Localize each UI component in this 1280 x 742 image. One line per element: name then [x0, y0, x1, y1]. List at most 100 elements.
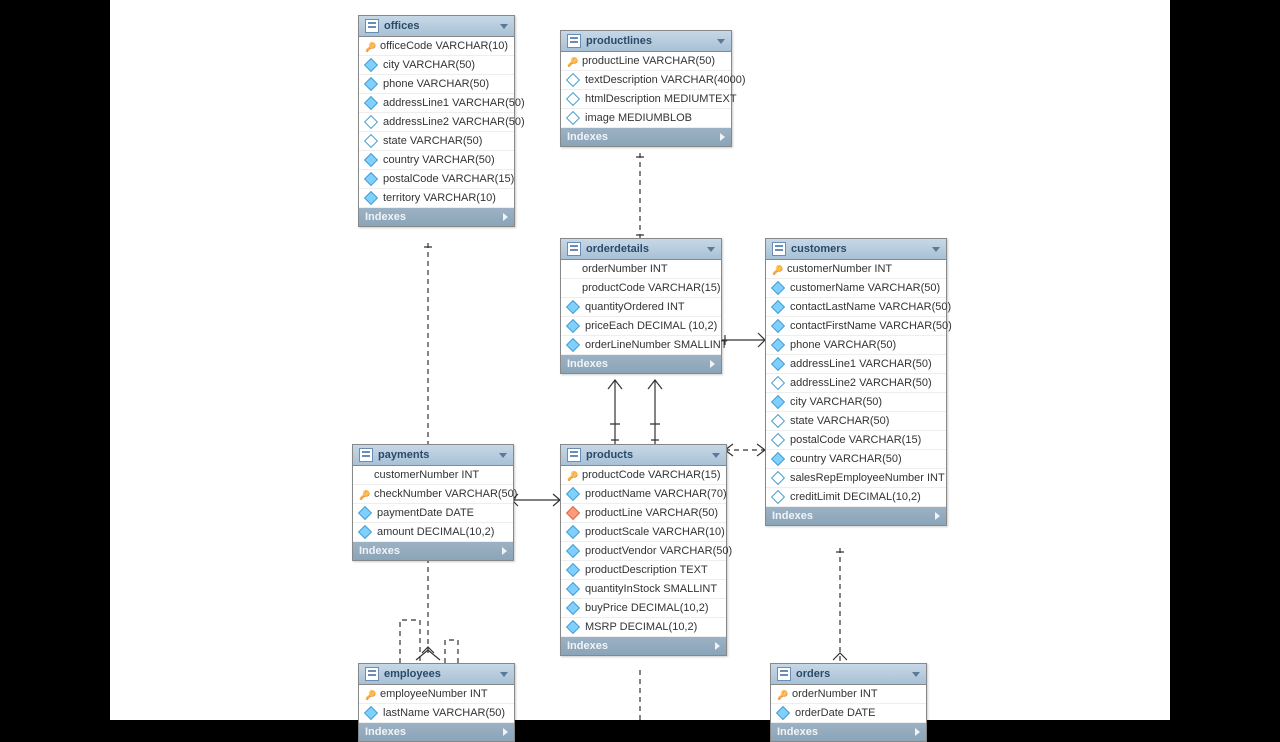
column-row[interactable]: addressLine1 VARCHAR(50): [359, 94, 514, 113]
key-icon: [567, 470, 577, 480]
column-row[interactable]: country VARCHAR(50): [766, 450, 946, 469]
column-row[interactable]: city VARCHAR(50): [766, 393, 946, 412]
column-row[interactable]: customerNumber INT: [766, 260, 946, 279]
column-row[interactable]: textDescription VARCHAR(4000): [561, 71, 731, 90]
table-header[interactable]: products: [561, 445, 726, 466]
column-row[interactable]: addressLine1 VARCHAR(50): [766, 355, 946, 374]
table-customers[interactable]: customerscustomerNumber INTcustomerName …: [765, 238, 947, 526]
column-row[interactable]: productLine VARCHAR(50): [561, 52, 731, 71]
column-row[interactable]: checkNumber VARCHAR(50): [353, 485, 513, 504]
indexes-section[interactable]: Indexes: [766, 507, 946, 525]
diamond-icon: [566, 73, 580, 87]
column-row[interactable]: addressLine2 VARCHAR(50): [766, 374, 946, 393]
column-label: priceEach DECIMAL (10,2): [585, 320, 717, 332]
column-row[interactable]: territory VARCHAR(10): [359, 189, 514, 208]
column-row[interactable]: contactLastName VARCHAR(50): [766, 298, 946, 317]
table-orderdetails[interactable]: orderdetailsorderNumber INTproductCode V…: [560, 238, 722, 374]
table-header[interactable]: orders: [771, 664, 926, 685]
column-row[interactable]: orderDate DATE: [771, 704, 926, 723]
indexes-section[interactable]: Indexes: [561, 128, 731, 146]
table-title: products: [586, 449, 707, 461]
column-label: htmlDescription MEDIUMTEXT: [585, 93, 737, 105]
diamond-icon: [771, 281, 785, 295]
column-row[interactable]: orderNumber INT: [561, 260, 721, 279]
indexes-section[interactable]: Indexes: [561, 355, 721, 373]
table-offices[interactable]: officesofficeCode VARCHAR(10)city VARCHA…: [358, 15, 515, 227]
column-row[interactable]: productVendor VARCHAR(50): [561, 542, 726, 561]
column-row[interactable]: state VARCHAR(50): [766, 412, 946, 431]
table-icon: [567, 34, 581, 48]
table-title: productlines: [586, 35, 712, 47]
column-row[interactable]: productScale VARCHAR(10): [561, 523, 726, 542]
column-row[interactable]: priceEach DECIMAL (10,2): [561, 317, 721, 336]
column-row[interactable]: addressLine2 VARCHAR(50): [359, 113, 514, 132]
column-row[interactable]: customerNumber INT: [353, 466, 513, 485]
column-row[interactable]: salesRepEmployeeNumber INT: [766, 469, 946, 488]
column-label: territory VARCHAR(10): [383, 192, 496, 204]
column-row[interactable]: paymentDate DATE: [353, 504, 513, 523]
column-row[interactable]: contactFirstName VARCHAR(50): [766, 317, 946, 336]
table-products[interactable]: products productCode VARCHAR(15) productNa…: [560, 444, 727, 656]
column-row[interactable]: phone VARCHAR(50): [359, 75, 514, 94]
column-row[interactable]: orderNumber INT: [771, 685, 926, 704]
indexes-section[interactable]: Indexes: [561, 637, 726, 655]
diamond-icon: [364, 58, 378, 72]
column-row[interactable]: quantityInStock SMALLINT: [561, 580, 726, 599]
diamond-icon: [358, 506, 372, 520]
column-row[interactable]: lastName VARCHAR(50): [359, 704, 514, 723]
diamond-icon: [566, 319, 580, 333]
column-row[interactable]: buyPrice DECIMAL(10,2): [561, 599, 726, 618]
diamond-icon: [566, 525, 580, 539]
indexes-section[interactable]: Indexes: [359, 208, 514, 226]
table-header[interactable]: offices: [359, 16, 514, 37]
column-row[interactable]: amount DECIMAL(10,2): [353, 523, 513, 542]
indexes-label: Indexes: [365, 211, 406, 223]
table-header[interactable]: productlines: [561, 31, 731, 52]
column-row[interactable]: htmlDescription MEDIUMTEXT: [561, 90, 731, 109]
table-header[interactable]: customers: [766, 239, 946, 260]
arrow-right-icon: [720, 133, 725, 141]
column-row[interactable]: country VARCHAR(50): [359, 151, 514, 170]
indexes-section[interactable]: Indexes: [359, 723, 514, 741]
arrow-right-icon: [710, 360, 715, 368]
column-label: postalCode VARCHAR(15): [383, 173, 514, 185]
column-row[interactable]: productDescription TEXT: [561, 561, 726, 580]
diamond-icon: [771, 376, 785, 390]
column-row[interactable]: employeeNumber INT: [359, 685, 514, 704]
indexes-section[interactable]: Indexes: [353, 542, 513, 560]
diamond-icon: [771, 452, 785, 466]
column-label: productDescription TEXT: [585, 564, 708, 576]
table-orders[interactable]: ordersorderNumber INTorderDate DATE Index…: [770, 663, 927, 742]
column-row[interactable]: phone VARCHAR(50): [766, 336, 946, 355]
indexes-section[interactable]: Indexes: [771, 723, 926, 741]
column-label: productCode VARCHAR(15): [582, 469, 721, 481]
column-row[interactable]: state VARCHAR(50): [359, 132, 514, 151]
table-header[interactable]: payments: [353, 445, 513, 466]
column-row[interactable]: MSRP DECIMAL(10,2): [561, 618, 726, 637]
table-productlines[interactable]: productlines productLine VARCHAR(50)textD…: [560, 30, 732, 147]
column-row[interactable]: officeCode VARCHAR(10): [359, 37, 514, 56]
column-row[interactable]: creditLimit DECIMAL(10,2): [766, 488, 946, 507]
column-row[interactable]: orderLineNumber SMALLINT: [561, 336, 721, 355]
key-icon: [365, 689, 375, 699]
arrow-right-icon: [915, 728, 920, 736]
diamond-icon: [358, 525, 372, 539]
diamond-icon: [364, 153, 378, 167]
column-row[interactable]: image MEDIUMBLOB: [561, 109, 731, 128]
column-row[interactable]: postalCode VARCHAR(15): [766, 431, 946, 450]
column-row[interactable]: quantityOrdered INT: [561, 298, 721, 317]
column-row[interactable]: productLine VARCHAR(50): [561, 504, 726, 523]
column-row[interactable]: city VARCHAR(50): [359, 56, 514, 75]
table-payments[interactable]: paymentscustomerNumber INTcheckNumber VA…: [352, 444, 514, 561]
table-employees[interactable]: employeesemployeeNumber INTlastName VARC…: [358, 663, 515, 742]
column-row[interactable]: customerName VARCHAR(50): [766, 279, 946, 298]
column-row[interactable]: productCode VARCHAR(15): [561, 466, 726, 485]
indexes-label: Indexes: [777, 726, 818, 738]
table-header[interactable]: employees: [359, 664, 514, 685]
column-row[interactable]: productCode VARCHAR(15): [561, 279, 721, 298]
column-row[interactable]: productName VARCHAR(70): [561, 485, 726, 504]
er-diagram-canvas[interactable]: officesofficeCode VARCHAR(10)city VARCHA…: [110, 0, 1170, 720]
column-row[interactable]: postalCode VARCHAR(15): [359, 170, 514, 189]
table-header[interactable]: orderdetails: [561, 239, 721, 260]
diamond-icon: [364, 96, 378, 110]
